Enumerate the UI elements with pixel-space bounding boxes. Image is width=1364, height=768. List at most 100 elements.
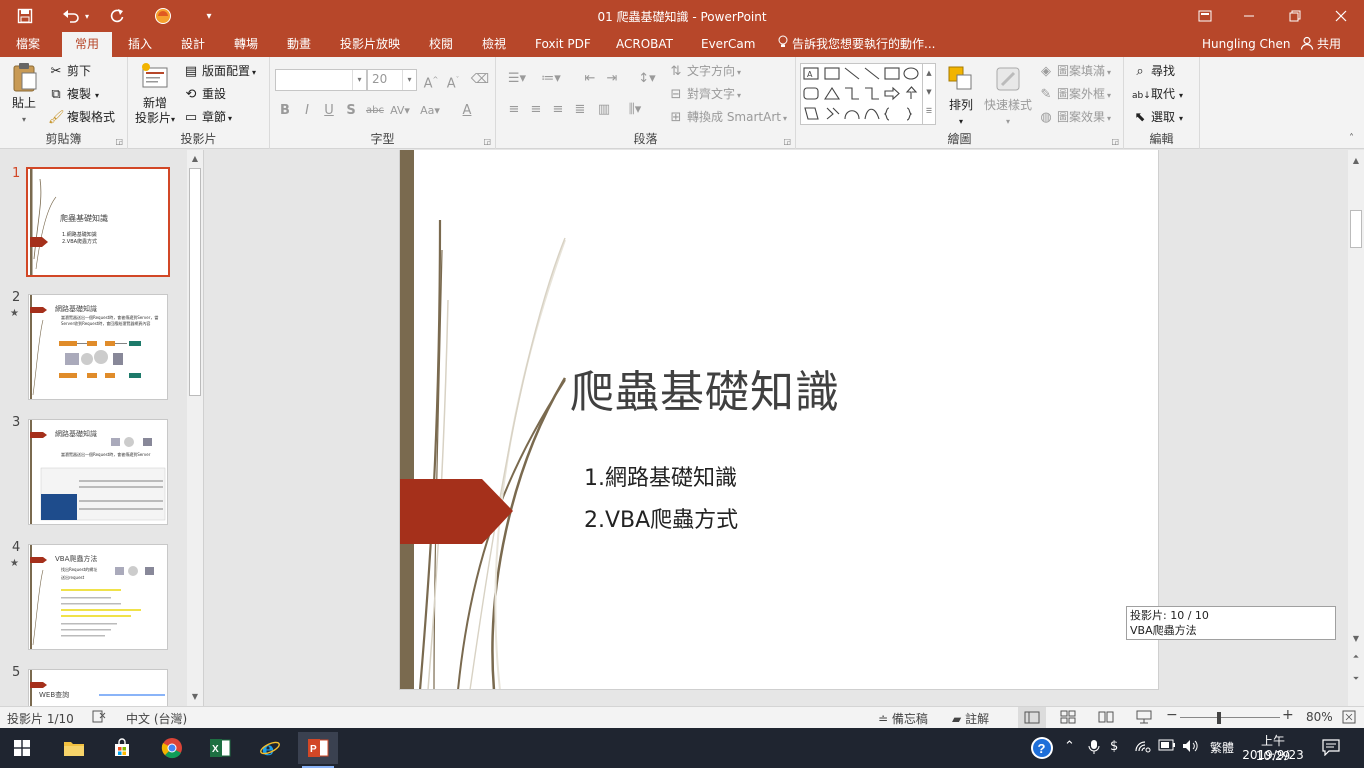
- cut-button[interactable]: ✂ 剪下: [48, 61, 91, 81]
- font-name-combo[interactable]: ▾: [275, 69, 367, 91]
- comments-button[interactable]: ▰ 註解: [952, 710, 989, 727]
- shapes-gallery[interactable]: A: [800, 63, 923, 125]
- language-indicator[interactable]: 中文 (台灣): [126, 710, 187, 727]
- slide-scrollbar[interactable]: ▲ ▼ ⏶ ⏷: [1348, 150, 1364, 706]
- previous-slide-icon[interactable]: ⏶: [1349, 650, 1363, 664]
- format-painter-button[interactable]: 🖌 複製格式: [48, 107, 115, 127]
- select-button[interactable]: ⬉ 選取 ▾: [1132, 107, 1183, 127]
- quick-styles-button[interactable]: 快速樣式 ▾: [982, 63, 1034, 129]
- increase-font-icon[interactable]: A^: [421, 70, 441, 91]
- gallery-more-icon[interactable]: ☰: [923, 102, 935, 121]
- slide-scroll-up-icon[interactable]: ▲: [1349, 154, 1363, 168]
- redo-icon[interactable]: [104, 4, 130, 28]
- clipboard-launcher-icon[interactable]: ◲: [115, 137, 123, 146]
- arrange-button[interactable]: 排列 ▾: [942, 63, 980, 129]
- powerpoint-taskbar-icon[interactable]: P: [298, 732, 338, 768]
- slide-subtitle-1[interactable]: 1.網路基礎知識: [584, 460, 737, 492]
- drawing-launcher-icon[interactable]: ◲: [1111, 137, 1119, 146]
- slide-scroll-down-icon[interactable]: ▼: [1349, 632, 1363, 646]
- tab-insert[interactable]: 插入: [120, 32, 160, 57]
- close-icon[interactable]: [1318, 0, 1364, 32]
- shape-outline-button[interactable]: ✎ 圖案外框 ▾: [1038, 84, 1111, 104]
- minimize-icon[interactable]: [1226, 0, 1272, 32]
- slide-thumbnail-2[interactable]: 網路基礎知識 當瀏覽器送出一個Request時，會被傳遞到Server，當Ser…: [28, 294, 168, 400]
- replace-button[interactable]: ab↓取代 ▾: [1132, 84, 1183, 104]
- file-explorer-icon[interactable]: [54, 732, 94, 764]
- customize-qat-icon[interactable]: ▾: [196, 4, 222, 28]
- tab-transitions[interactable]: 轉場: [226, 32, 266, 57]
- slide-thumbnail-4[interactable]: VBA爬蟲方法 找出Request的網址 送出request: [28, 544, 168, 650]
- font-size-dropdown-icon[interactable]: ▾: [402, 70, 416, 90]
- excel-icon[interactable]: X: [200, 732, 240, 764]
- font-color-icon[interactable]: A: [457, 101, 477, 121]
- align-center-icon[interactable]: ≡: [526, 100, 546, 120]
- tell-me-box[interactable]: 告訴我您想要執行的動作...: [778, 32, 935, 57]
- section-button[interactable]: ▭ 章節 ▾: [183, 107, 232, 127]
- reset-button[interactable]: ⟲ 重設: [183, 84, 226, 104]
- zoom-out-icon[interactable]: −: [1166, 707, 1178, 723]
- tab-slideshow[interactable]: 投影片放映: [332, 32, 408, 57]
- bullets-icon[interactable]: ☰▾: [502, 69, 532, 89]
- find-button[interactable]: ⌕ 尋找: [1132, 61, 1175, 81]
- tab-home[interactable]: 常用: [62, 32, 112, 57]
- thumb-scroll-handle[interactable]: [189, 168, 201, 396]
- spelling-check-icon[interactable]: [92, 710, 106, 726]
- line-spacing-icon[interactable]: ↕▾: [634, 69, 660, 89]
- tab-review[interactable]: 校閱: [421, 32, 461, 57]
- font-size-combo[interactable]: 20 ▾: [367, 69, 417, 91]
- gallery-down-icon[interactable]: ▼: [923, 83, 935, 102]
- clear-formatting-icon[interactable]: ⌫: [470, 70, 490, 90]
- decrease-font-icon[interactable]: Aˇ: [443, 70, 463, 91]
- restore-icon[interactable]: [1272, 0, 1318, 32]
- show-hidden-icons-icon[interactable]: ⌃: [1064, 739, 1075, 754]
- distributed-icon[interactable]: ▥: [594, 100, 614, 120]
- next-slide-icon[interactable]: ⏷: [1349, 672, 1363, 686]
- zoom-level[interactable]: 80%: [1306, 710, 1333, 724]
- gallery-up-icon[interactable]: ▲: [923, 64, 935, 83]
- slide-subtitle-2[interactable]: 2.VBA爬蟲方式: [584, 502, 738, 534]
- start-slideshow-icon[interactable]: [150, 4, 176, 28]
- volume-icon[interactable]: [1182, 739, 1200, 757]
- strikethrough-icon[interactable]: abc: [363, 101, 387, 121]
- thumbnail-scrollbar[interactable]: ▲ ▼: [187, 150, 203, 706]
- slide-thumbnail-1[interactable]: 爬蟲基礎知識 1.網路基礎知識 2.VBA爬蟲方式: [26, 167, 170, 277]
- normal-view-button[interactable]: [1018, 707, 1046, 728]
- microphone-icon[interactable]: [1088, 739, 1100, 759]
- shape-effects-button[interactable]: ◍ 圖案效果 ▾: [1038, 107, 1111, 127]
- layout-button[interactable]: ▤ 版面配置 ▾: [183, 61, 256, 81]
- save-icon[interactable]: [12, 4, 38, 28]
- align-text-button[interactable]: ⊟ 對齊文字 ▾: [668, 84, 741, 104]
- ime-indicator[interactable]: 繁體: [1210, 739, 1234, 756]
- copy-button[interactable]: ⧉ 複製 ▾: [48, 84, 99, 104]
- windows-start-icon[interactable]: [2, 732, 42, 764]
- action-center-icon[interactable]: [1322, 738, 1340, 760]
- slide-canvas[interactable]: 爬蟲基礎知識 1.網路基礎知識 2.VBA爬蟲方式: [399, 150, 1159, 690]
- new-slide-button[interactable]: 新增 投影片▾: [132, 61, 178, 127]
- convert-smartart-button[interactable]: ⊞ 轉換成 SmartArt ▾: [668, 107, 787, 127]
- tab-view[interactable]: 檢視: [474, 32, 514, 57]
- slideshow-view-button[interactable]: [1136, 710, 1152, 727]
- undo-dropdown-icon[interactable]: ▾: [80, 4, 94, 28]
- fit-to-window-icon[interactable]: [1342, 710, 1356, 727]
- font-name-dropdown-icon[interactable]: ▾: [352, 70, 366, 90]
- increase-indent-icon[interactable]: ⇥: [602, 69, 622, 89]
- zoom-slider-handle[interactable]: [1217, 712, 1221, 724]
- thumb-scroll-down-icon[interactable]: ▼: [188, 690, 202, 704]
- tab-foxit-pdf[interactable]: Foxit PDF: [527, 32, 599, 57]
- slide-thumbnail-3[interactable]: 網路基礎知識 當瀏覽器送出一個Request時，會被傳遞到Server: [28, 419, 168, 525]
- slide-sorter-button[interactable]: [1060, 710, 1076, 727]
- chrome-icon[interactable]: [152, 732, 192, 764]
- bold-icon[interactable]: B: [275, 101, 295, 121]
- underline-icon[interactable]: U: [319, 101, 339, 121]
- clock-date[interactable]: 2019/9/23: [1242, 748, 1304, 762]
- tab-animations[interactable]: 動畫: [279, 32, 319, 57]
- user-name[interactable]: Hungling Chen: [1202, 32, 1291, 57]
- dollar-icon[interactable]: $: [1110, 739, 1118, 754]
- zoom-in-icon[interactable]: +: [1282, 707, 1294, 723]
- text-direction-button[interactable]: ⇅ 文字方向 ▾: [668, 61, 741, 81]
- ribbon-display-options-icon[interactable]: [1182, 0, 1228, 32]
- tab-file[interactable]: 檔案: [8, 32, 48, 57]
- internet-explorer-icon[interactable]: e: [250, 732, 290, 764]
- paragraph-launcher-icon[interactable]: ◲: [783, 137, 791, 146]
- justify-icon[interactable]: ≣: [570, 100, 590, 120]
